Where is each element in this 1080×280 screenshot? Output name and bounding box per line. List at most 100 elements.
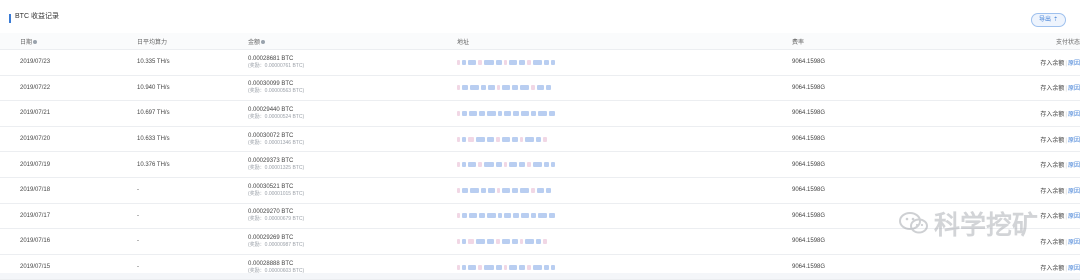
panel-header: BTC 收益记录 导出 ⇡ — [0, 0, 1080, 34]
reward-value: (奖励：0.00000603 BTC) — [248, 267, 305, 274]
status-cell: 存入余额|原因 — [972, 228, 1080, 255]
hashrate-cell: - — [137, 203, 248, 230]
address-cell — [457, 126, 792, 153]
amount-value: 0.00030521 BTC — [248, 183, 294, 190]
export-button[interactable]: 导出 ⇡ — [1030, 13, 1066, 27]
blur-block — [457, 264, 460, 270]
address-cell — [457, 49, 792, 76]
blur-block — [497, 85, 500, 91]
status-separator: | — [1065, 86, 1067, 93]
hashrate-cell: 10.697 TH/s — [137, 100, 248, 127]
amount-cell: 0.00029373 BTC (奖励：0.00001325 BTC) — [248, 151, 457, 178]
blur-block — [544, 264, 549, 270]
amount-cell: 0.00030099 BTC (奖励：0.00000563 BTC) — [248, 75, 457, 102]
col-fee-label: 费率 — [792, 39, 805, 46]
reason-link[interactable]: 原因 — [1068, 214, 1080, 220]
reason-link[interactable]: 原因 — [1068, 266, 1080, 272]
blur-block — [469, 110, 477, 116]
blur-block — [527, 59, 531, 65]
blur-block — [468, 162, 476, 168]
status-separator: | — [1065, 239, 1067, 246]
reason-link[interactable]: 原因 — [1068, 138, 1080, 144]
blur-block — [476, 238, 485, 244]
table-row: 2019/07/17 - 0.00029270 BTC (奖励：0.000006… — [0, 203, 1080, 230]
blurred-address — [457, 84, 792, 92]
date-cell: 2019/07/21 — [20, 100, 137, 127]
amount-cell: 0.00030521 BTC (奖励：0.00001015 BTC) — [248, 177, 457, 204]
blur-block — [457, 238, 460, 244]
status-text: 存入余额 — [1040, 214, 1065, 221]
table-row: 2019/07/19 10.376 TH/s 0.00029373 BTC (奖… — [0, 151, 1080, 178]
table-row: 2019/07/22 10.940 TH/s 0.00030099 BTC (奖… — [0, 75, 1080, 102]
blur-block — [462, 136, 466, 142]
col-address: 地址 — [457, 33, 792, 50]
col-amount[interactable]: 金额 — [248, 33, 457, 50]
blur-block — [504, 110, 511, 116]
blur-block — [488, 187, 495, 193]
blur-block — [543, 136, 547, 142]
blur-block — [512, 136, 518, 142]
blur-block — [538, 213, 547, 219]
hashrate-cell: 10.335 TH/s — [137, 49, 248, 76]
status-separator: | — [1065, 163, 1067, 170]
blur-block — [496, 136, 500, 142]
spacer-cell — [0, 100, 20, 127]
blur-block — [468, 264, 476, 270]
fee-cell: 9064.1598G — [792, 49, 972, 76]
reward-value: (奖励：0.00000679 BTC) — [248, 216, 305, 223]
info-icon[interactable] — [261, 39, 266, 44]
col-date[interactable]: 日期 — [20, 33, 137, 50]
blur-block — [551, 162, 555, 168]
date-cell: 2019/07/15 — [20, 254, 137, 280]
blur-block — [470, 187, 479, 193]
blur-block — [536, 136, 541, 142]
amount-cell: 0.00030072 BTC (奖励：0.00001346 BTC) — [248, 126, 457, 153]
spacer-cell — [0, 49, 20, 76]
blur-block — [478, 162, 482, 168]
fee-cell: 9064.1598G — [792, 100, 972, 127]
blur-block — [457, 213, 460, 219]
blur-block — [457, 162, 460, 168]
info-icon[interactable] — [33, 39, 38, 44]
reason-link[interactable]: 原因 — [1068, 163, 1080, 169]
reason-link[interactable]: 原因 — [1068, 189, 1080, 195]
amount-cell: 0.00028888 BTC (奖励：0.00000603 BTC) — [248, 254, 457, 280]
col-amount-label: 金额 — [248, 39, 261, 46]
blurred-address — [457, 186, 792, 194]
amount-cell: 0.00029269 BTC (奖励：0.00000987 BTC) — [248, 228, 457, 255]
status-separator: | — [1065, 60, 1067, 67]
blur-block — [462, 110, 467, 116]
spacer-cell — [0, 75, 20, 102]
col-hashrate: 日平均算力 — [137, 33, 248, 50]
blur-block — [509, 162, 517, 168]
amount-cell: 0.00028681 BTC (奖励：0.00000761 BTC) — [248, 49, 457, 76]
earnings-table: 日期 日平均算力 金额 地址 费率 支付状态 2019/07/23 10.335… — [0, 33, 1080, 280]
blur-block — [457, 136, 460, 142]
date-cell: 2019/07/22 — [20, 75, 137, 102]
fee-cell: 9064.1598G — [792, 254, 972, 280]
blur-block — [520, 136, 523, 142]
blur-block — [513, 213, 519, 219]
page-title: BTC 收益记录 — [15, 13, 59, 20]
blur-block — [531, 110, 536, 116]
blur-block — [537, 85, 544, 91]
blur-block — [537, 187, 544, 193]
blur-block — [544, 59, 549, 65]
date-cell: 2019/07/18 — [20, 177, 137, 204]
blurred-address — [457, 161, 792, 169]
blur-block — [533, 59, 542, 65]
blur-block — [462, 59, 466, 65]
reason-link[interactable]: 原因 — [1068, 240, 1080, 246]
reason-link[interactable]: 原因 — [1068, 86, 1080, 92]
reason-link[interactable]: 原因 — [1068, 112, 1080, 118]
reward-value: (奖励：0.00000563 BTC) — [248, 88, 305, 95]
reward-value: (奖励：0.00001015 BTC) — [248, 190, 305, 197]
col-status-label: 支付状态 — [1055, 39, 1080, 46]
blur-block — [502, 238, 510, 244]
reason-link[interactable]: 原因 — [1068, 61, 1080, 67]
col-date-label: 日期 — [20, 39, 33, 46]
blur-block — [512, 238, 518, 244]
date-cell: 2019/07/17 — [20, 203, 137, 230]
table-header-row: 日期 日平均算力 金额 地址 费率 支付状态 — [0, 33, 1080, 50]
hashrate-cell: 10.940 TH/s — [137, 75, 248, 102]
